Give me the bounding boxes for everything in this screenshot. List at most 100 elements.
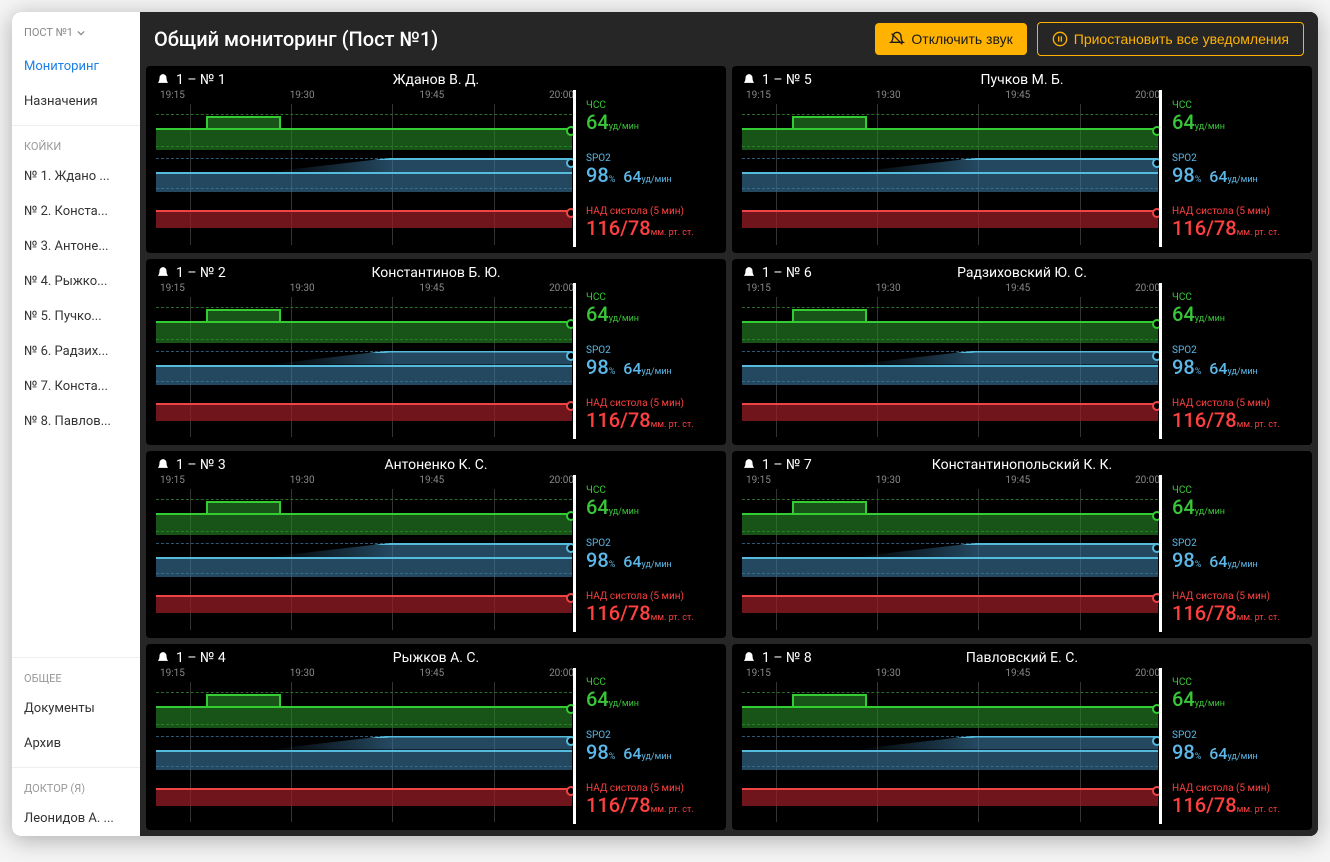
patient-card[interactable]: 1 – № 8 Павловский Е. С. 19:1519:3019:45… <box>732 644 1312 831</box>
sidebar-header-beds: КОЙКИ <box>12 125 140 159</box>
sidebar-header-doctor: ДОКТОР (Я) <box>12 767 140 801</box>
readout-hr: ЧСС 64уд/мин <box>1172 292 1302 325</box>
sidebar-nav-1[interactable]: Назначения <box>12 84 140 119</box>
time-tick: 19:15 <box>160 475 185 486</box>
now-line <box>1159 668 1162 825</box>
readout-spo2: SPO2 98% 64уд/мин <box>1172 345 1302 378</box>
patient-card[interactable]: 1 – № 2 Константинов Б. Ю. 19:1519:3019:… <box>146 259 726 446</box>
sidebar-bed-1[interactable]: № 2. Конста... <box>12 194 140 229</box>
time-tick: 19:45 <box>419 283 444 294</box>
time-tick: 20:00 <box>1135 475 1160 486</box>
readout-bp: НАД систола (5 мин) 116/78мм. рт. ст. <box>586 783 716 816</box>
readout-hr: ЧСС 64уд/мин <box>586 292 716 325</box>
readout-spo2: SPO2 98% 64уд/мин <box>1172 538 1302 571</box>
sidebar-nav-0[interactable]: Мониторинг <box>12 49 140 84</box>
readouts: ЧСС 64уд/мин SPO2 98% 64уд/мин НАД систо… <box>1164 90 1302 249</box>
time-tick: 20:00 <box>1135 90 1160 101</box>
now-line <box>1159 283 1162 440</box>
now-line <box>1159 475 1162 632</box>
chevron-down-icon <box>77 29 85 37</box>
readouts: ЧСС 64уд/мин SPO2 98% 64уд/мин НАД систо… <box>1164 668 1302 827</box>
time-tick: 20:00 <box>1135 283 1160 294</box>
bed-label: 1 – № 8 <box>742 650 812 666</box>
readout-spo2: SPO2 98% 64уд/мин <box>586 730 716 763</box>
page-title: Общий мониторинг (Пост №1) <box>154 27 865 51</box>
time-tick: 19:15 <box>746 90 771 101</box>
readout-bp: НАД систола (5 мин) 116/78мм. рт. ст. <box>586 591 716 624</box>
sidebar-item-doctor[interactable]: Леонидов А. ... <box>12 801 140 836</box>
topbar: Общий мониторинг (Пост №1) Отключить зву… <box>140 12 1318 66</box>
mute-button[interactable]: Отключить звук <box>875 23 1026 55</box>
post-selector[interactable]: ПОСТ №1 <box>12 12 140 49</box>
bed-label: 1 – № 7 <box>742 457 812 473</box>
sidebar-bed-6[interactable]: № 7. Конста... <box>12 369 140 404</box>
chart-area: 19:15 19:30 19:45 20:00 <box>742 475 1164 634</box>
patient-name: Рыжков А. С. <box>393 650 479 666</box>
card-header: 1 – № 2 Константинов Б. Ю. <box>156 265 716 283</box>
readouts: ЧСС 64уд/мин SPO2 98% 64уд/мин НАД систо… <box>578 90 716 249</box>
readout-spo2: SPO2 98% 64уд/мин <box>586 345 716 378</box>
time-tick: 19:30 <box>876 283 901 294</box>
sidebar-bed-0[interactable]: № 1. Ждано ... <box>12 159 140 194</box>
readout-spo2: SPO2 98% 64уд/мин <box>1172 153 1302 186</box>
card-header: 1 – № 7 Константинопольский К. К. <box>742 457 1302 475</box>
patient-name: Антоненко К. С. <box>384 457 487 473</box>
chart-area: 19:1519:3019:4520:00 <box>742 668 1164 827</box>
patient-card[interactable]: 1 – № 7 Константинопольский К. К. 19:151… <box>732 451 1312 638</box>
bell-off-icon <box>889 31 905 47</box>
readouts: ЧСС 64уд/мин SPO2 98% 64уд/мин НАД систо… <box>578 283 716 442</box>
sidebar: ПОСТ №1 МониторингНазначения КОЙКИ № 1. … <box>12 12 140 836</box>
sidebar-general-1[interactable]: Архив <box>12 726 140 761</box>
readout-bp: НАД систола (5 мин) 116/78мм. рт. ст. <box>586 206 716 239</box>
bed-label: 1 – № 1 <box>156 72 226 88</box>
patient-card[interactable]: 1 – № 5 Пучков М. Б. 19:1519:3019:4520:0… <box>732 66 1312 253</box>
card-header: 1 – № 3 Антоненко К. С. <box>156 457 716 475</box>
pause-icon <box>1052 31 1068 47</box>
patient-card[interactable]: 1 – № 4 Рыжков А. С. 19:1519:3019:4520:0… <box>146 644 726 831</box>
sidebar-bed-4[interactable]: № 5. Пучко... <box>12 299 140 334</box>
bell-icon <box>156 73 170 87</box>
chart-area: 19:1519:3019:4520:00 <box>156 475 578 634</box>
readout-hr: ЧСС 64уд/мин <box>1172 100 1302 133</box>
time-tick: 19:45 <box>1005 475 1030 486</box>
readout-bp: НАД систола (5 мин) 116/78мм. рт. ст. <box>1172 398 1302 431</box>
readout-spo2: SPO2 98% 64уд/мин <box>586 538 716 571</box>
time-tick: 19:45 <box>1005 283 1030 294</box>
post-selector-label: ПОСТ №1 <box>24 26 73 39</box>
time-tick: 19:45 <box>419 668 444 679</box>
card-header: 1 – № 4 Рыжков А. С. <box>156 650 716 668</box>
readout-hr: ЧСС 64уд/мин <box>586 100 716 133</box>
sidebar-general-0[interactable]: Документы <box>12 691 140 726</box>
bell-icon <box>742 651 756 665</box>
readout-bp: НАД систола (5 мин) 116/78мм. рт. ст. <box>1172 591 1302 624</box>
main-panel: Общий мониторинг (Пост №1) Отключить зву… <box>140 12 1318 836</box>
bed-label: 1 – № 2 <box>156 265 226 281</box>
readout-spo2: SPO2 98% 64уд/мин <box>1172 730 1302 763</box>
chart-area: 19:1519:3019:4520:00 <box>742 283 1164 442</box>
sidebar-bed-7[interactable]: № 8. Павлов... <box>12 404 140 439</box>
now-line <box>573 90 576 247</box>
time-tick: 19:30 <box>876 475 901 486</box>
chart-area: 19:1519:3019:4520:00 <box>156 668 578 827</box>
card-header: 1 – № 5 Пучков М. Б. <box>742 72 1302 90</box>
sidebar-bed-2[interactable]: № 3. Антоне... <box>12 229 140 264</box>
pause-notifications-button[interactable]: Приостановить все уведомления <box>1037 22 1304 56</box>
patient-card[interactable]: 1 – № 6 Радзиховский Ю. С. 19:1519:3019:… <box>732 259 1312 446</box>
readouts: ЧСС 64уд/мин SPO2 98% 64уд/мин НАД систо… <box>578 668 716 827</box>
time-tick: 19:30 <box>290 283 315 294</box>
pause-button-label: Приостановить все уведомления <box>1074 31 1289 47</box>
time-tick: 19:15 <box>746 475 771 486</box>
sidebar-bed-3[interactable]: № 4. Рыжко... <box>12 264 140 299</box>
readouts: ЧСС 64уд/мин SPO2 98% 64уд/мин НАД систо… <box>1164 283 1302 442</box>
bell-icon <box>156 458 170 472</box>
time-tick: 19:45 <box>1005 90 1030 101</box>
patient-card[interactable]: 1 – № 1 Жданов В. Д. 19:1519:3019:4520:0… <box>146 66 726 253</box>
time-tick: 19:45 <box>1005 668 1030 679</box>
sidebar-bed-5[interactable]: № 6. Радзих... <box>12 334 140 369</box>
mute-button-label: Отключить звук <box>911 31 1012 47</box>
now-line <box>573 283 576 440</box>
patient-card[interactable]: 1 – № 3 Антоненко К. С. 19:1519:3019:452… <box>146 451 726 638</box>
card-header: 1 – № 8 Павловский Е. С. <box>742 650 1302 668</box>
time-tick: 19:30 <box>876 668 901 679</box>
time-tick: 19:30 <box>290 668 315 679</box>
